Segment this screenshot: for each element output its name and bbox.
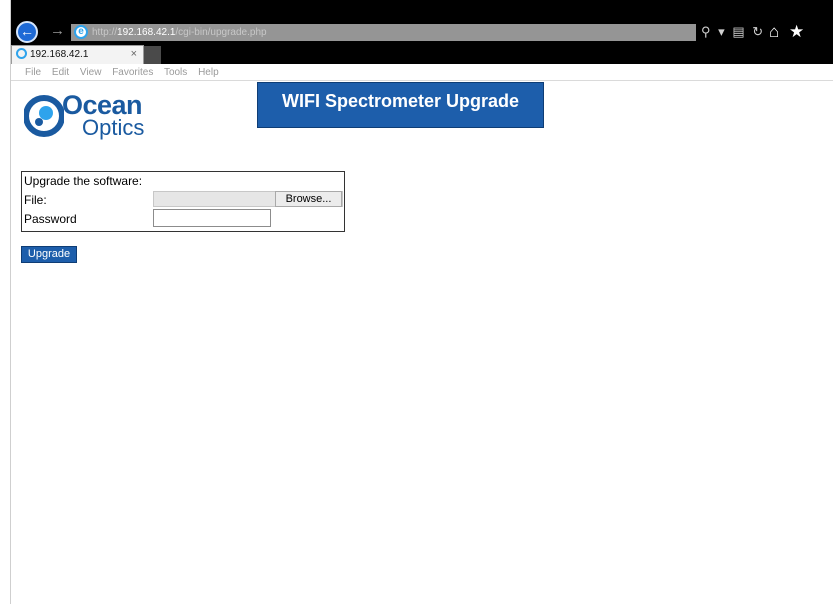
menu-edit[interactable]: Edit — [52, 67, 69, 78]
upgrade-form: Upgrade the software: File: Browse... Pa… — [21, 171, 345, 232]
forward-arrow-icon: → — [50, 22, 65, 39]
back-button[interactable]: ← — [16, 21, 38, 43]
upgrade-button[interactable]: Upgrade — [21, 246, 77, 263]
page-content: Ocean Optics WIFI Spectrometer Upgrade U… — [11, 82, 833, 604]
chevron-down-icon[interactable]: ▾ — [718, 23, 725, 41]
logo-word-optics: Optics — [82, 115, 145, 140]
password-label: Password — [24, 212, 77, 226]
refresh-icon[interactable]: ↻ — [752, 23, 763, 41]
menu-help[interactable]: Help — [198, 67, 219, 78]
compatibility-view-icon[interactable]: ▤ — [732, 23, 744, 41]
favorites-star-icon[interactable]: ★ — [789, 21, 804, 43]
search-icon[interactable]: ⚲ — [701, 23, 711, 41]
tab-ie-icon — [16, 48, 27, 59]
tab-strip: 192.168.42.1 × — [11, 44, 833, 64]
browse-button[interactable]: Browse... — [275, 191, 342, 207]
form-heading: Upgrade the software: — [24, 174, 143, 188]
address-tools: ⚲ ▾ ▤ ↻ — [701, 23, 767, 41]
back-arrow-icon: ← — [20, 23, 34, 39]
password-input[interactable] — [153, 209, 271, 227]
menu-view[interactable]: View — [80, 67, 102, 78]
ie-icon: e — [74, 25, 88, 39]
address-url[interactable]: http://192.168.42.1/cgi-bin/upgrade.php — [92, 27, 267, 39]
ocean-optics-swirl-icon — [24, 95, 64, 137]
address-bar[interactable]: e http://192.168.42.1/cgi-bin/upgrade.ph… — [71, 24, 696, 41]
file-label: File: — [24, 193, 47, 207]
menu-file[interactable]: File — [25, 67, 41, 78]
tab-active[interactable]: 192.168.42.1 × — [11, 45, 144, 64]
new-tab-button[interactable] — [144, 46, 161, 64]
browser-titlebar: ← → e http://192.168.42.1/cgi-bin/upgrad… — [11, 0, 833, 63]
url-prefix: http:// — [92, 27, 118, 38]
ocean-optics-logo: Ocean Optics — [24, 90, 164, 142]
page-title-banner: WIFI Spectrometer Upgrade — [257, 82, 544, 128]
menu-favorites[interactable]: Favorites — [112, 67, 153, 78]
home-icon[interactable]: ⌂ — [769, 21, 779, 43]
tab-title: 192.168.42.1 — [30, 49, 89, 60]
menu-bar: File Edit View Favorites Tools Help — [11, 64, 833, 81]
menu-tools[interactable]: Tools — [164, 67, 187, 78]
forward-button[interactable]: → — [50, 22, 65, 40]
file-input[interactable]: Browse... — [153, 191, 343, 207]
url-host: 192.168.42.1 — [117, 27, 176, 38]
tab-close-icon[interactable]: × — [131, 46, 137, 63]
url-path: /cgi-bin/upgrade.php — [175, 27, 267, 38]
browser-window: ← → e http://192.168.42.1/cgi-bin/upgrad… — [10, 0, 833, 604]
